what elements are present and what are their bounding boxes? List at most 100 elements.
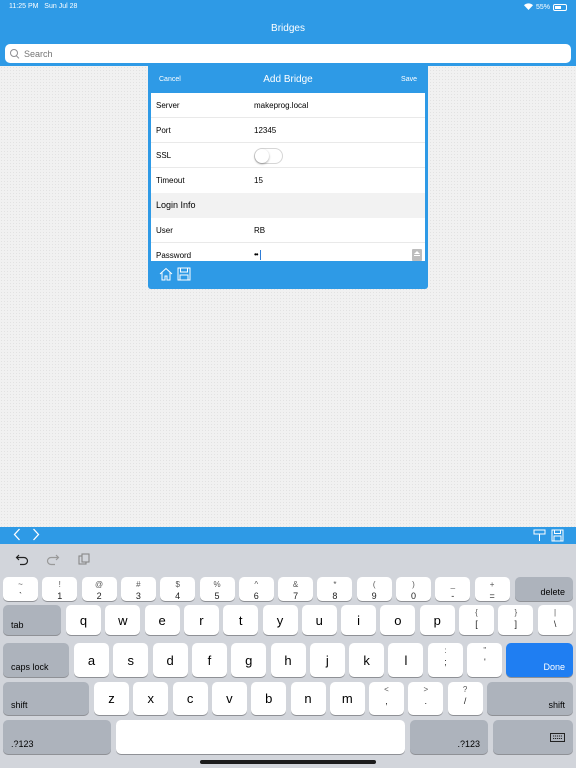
numbers-toggle-key-right[interactable]: .?123: [410, 720, 488, 754]
letter-key[interactable]: f: [191, 643, 227, 677]
pin-icon[interactable]: [533, 529, 546, 542]
key-label: v: [226, 691, 233, 706]
timeout-row[interactable]: Timeout 15: [151, 168, 425, 193]
paste-icon[interactable]: [77, 552, 91, 569]
symbol-key[interactable]: ? /: [447, 682, 483, 715]
keyboard-accessory-toolbar: [0, 527, 576, 544]
letter-key[interactable]: m: [329, 682, 365, 715]
number-key[interactable]: _ -: [435, 577, 471, 601]
key-label: b: [265, 691, 273, 706]
symbol-key[interactable]: :;: [428, 643, 463, 677]
symbol-key[interactable]: " ': [467, 643, 503, 677]
symbol-key[interactable]: {[: [459, 605, 494, 635]
letter-key[interactable]: n: [290, 682, 326, 715]
key-bottom-label: 9: [371, 591, 377, 601]
password-key-icon[interactable]: [412, 249, 422, 261]
letter-key[interactable]: z: [94, 682, 129, 715]
letter-key[interactable]: e: [144, 605, 180, 635]
timeout-field[interactable]: 15: [254, 176, 263, 185]
letter-key[interactable]: s: [113, 643, 149, 677]
password-field[interactable]: ••: [254, 250, 261, 260]
letter-key[interactable]: j: [309, 643, 345, 677]
letter-key[interactable]: r: [183, 605, 219, 635]
left-shift-key[interactable]: shift: [3, 682, 89, 715]
letter-key[interactable]: p: [419, 605, 455, 635]
letter-key[interactable]: i: [341, 605, 377, 635]
symbol-key[interactable]: <,: [369, 682, 404, 715]
battery-icon: [553, 4, 567, 11]
number-key[interactable]: ! 1: [42, 577, 78, 601]
user-row[interactable]: User RB: [151, 218, 425, 243]
symbol-key[interactable]: | \: [537, 605, 573, 635]
space-key[interactable]: [116, 720, 405, 754]
caps-lock-key[interactable]: caps lock: [3, 643, 69, 677]
letter-key[interactable]: v: [211, 682, 247, 715]
port-row[interactable]: Port 12345: [151, 118, 425, 143]
number-key[interactable]: $4: [160, 577, 196, 601]
key-bottom-label: 1: [57, 591, 63, 601]
done-key[interactable]: Done: [506, 643, 573, 677]
number-key[interactable]: & 7: [278, 577, 314, 601]
letter-key[interactable]: q: [66, 605, 101, 635]
key-label: l: [404, 652, 408, 668]
key-top-label: !: [58, 580, 61, 589]
letter-key[interactable]: b: [251, 682, 287, 715]
page-title: Bridges: [271, 23, 305, 34]
key-label: t: [238, 612, 243, 628]
number-key[interactable]: ~ `: [3, 577, 38, 601]
key-bottom-label: 0: [410, 591, 416, 601]
symbol-key[interactable]: >.: [408, 682, 444, 715]
key-top-label: <: [384, 685, 389, 694]
number-key[interactable]: ^ 6: [238, 577, 274, 601]
next-field-icon[interactable]: [32, 528, 40, 544]
letter-key[interactable]: g: [231, 643, 267, 677]
save-disk-icon[interactable]: [551, 529, 564, 542]
letter-key[interactable]: x: [133, 682, 169, 715]
ssl-toggle[interactable]: [254, 148, 283, 164]
port-field[interactable]: 12345: [254, 126, 276, 135]
redo-icon[interactable]: [46, 552, 60, 569]
key-bottom-label: .: [424, 696, 428, 706]
letter-key[interactable]: y: [262, 605, 298, 635]
number-key[interactable]: * 8: [317, 577, 353, 601]
letter-key[interactable]: h: [270, 643, 306, 677]
key-bottom-label: 5: [214, 591, 220, 601]
key-top-label: *: [333, 580, 337, 589]
number-key[interactable]: (9: [356, 577, 392, 601]
number-key[interactable]: + =: [474, 577, 510, 601]
letter-key[interactable]: t: [223, 605, 259, 635]
number-key[interactable]: % 5: [199, 577, 235, 601]
password-row[interactable]: Password ••: [151, 243, 425, 261]
letter-key[interactable]: c: [172, 682, 208, 715]
dismiss-keyboard-key[interactable]: [493, 720, 573, 754]
right-shift-key[interactable]: shift: [487, 682, 573, 715]
letter-key[interactable]: u: [301, 605, 337, 635]
letter-key[interactable]: d: [152, 643, 188, 677]
letter-key[interactable]: k: [349, 643, 385, 677]
search-bar[interactable]: [5, 44, 571, 63]
letter-key[interactable]: l: [388, 643, 424, 677]
save-button[interactable]: Save: [401, 76, 417, 83]
search-input[interactable]: [24, 48, 544, 59]
numbers-toggle-key-left[interactable]: .?123: [3, 720, 111, 754]
save-disk-icon[interactable]: [177, 267, 191, 281]
server-row[interactable]: Server makeprog.local: [151, 93, 425, 118]
add-bridge-dialog: Cancel Add Bridge Save Server makeprog.l…: [148, 66, 428, 289]
key-top-label: |: [554, 608, 557, 617]
user-field[interactable]: RB: [254, 226, 265, 235]
number-key[interactable]: #3: [120, 577, 156, 601]
letter-key[interactable]: o: [380, 605, 416, 635]
server-field[interactable]: makeprog.local: [254, 101, 308, 110]
text-caret: [259, 250, 261, 260]
letter-key[interactable]: w: [105, 605, 141, 635]
tab-key[interactable]: tab: [3, 605, 61, 635]
home-icon[interactable]: [159, 267, 173, 281]
delete-key[interactable]: delete: [515, 577, 573, 601]
symbol-key[interactable]: }]: [498, 605, 534, 635]
key-label: o: [394, 612, 402, 628]
previous-field-icon[interactable]: [13, 528, 21, 544]
letter-key[interactable]: a: [74, 643, 109, 677]
number-key[interactable]: ) 0: [396, 577, 431, 601]
undo-icon[interactable]: [15, 552, 29, 569]
number-key[interactable]: @2: [81, 577, 117, 601]
